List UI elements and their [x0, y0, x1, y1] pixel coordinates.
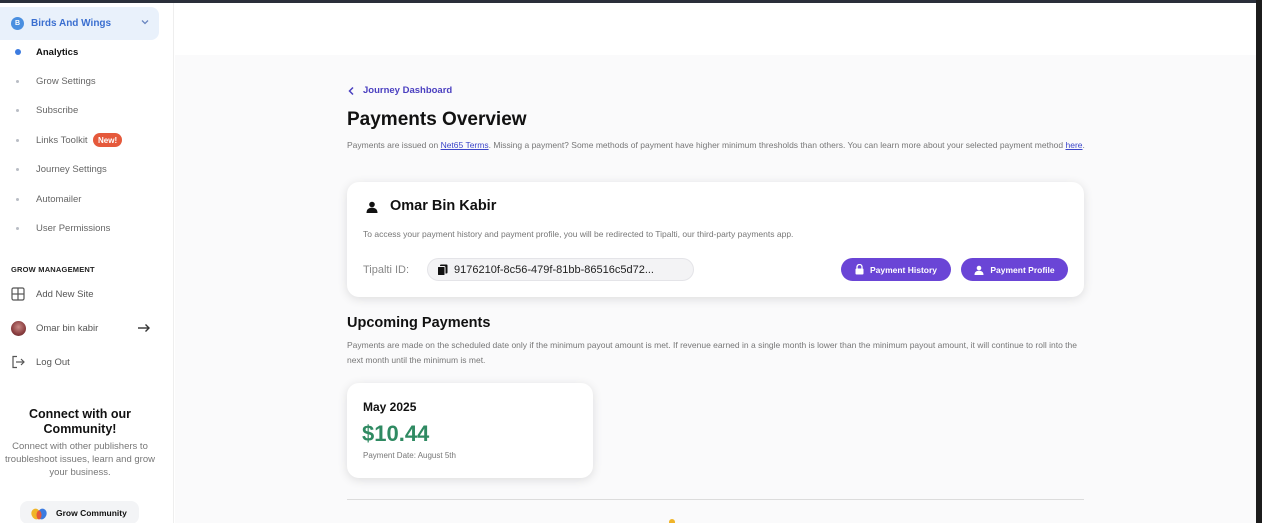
window-right-edge [1256, 0, 1262, 523]
user-account-item[interactable]: Omar bin kabir [0, 316, 174, 340]
page-title: Payments Overview [347, 109, 527, 130]
lock-icon [855, 264, 864, 275]
sidebar-item-label: Journey Settings [36, 163, 107, 175]
grow-management-heading: GROW MANAGEMENT [11, 265, 95, 274]
sidebar-item-analytics[interactable]: Analytics [0, 40, 174, 64]
site-name: Birds And Wings [31, 18, 112, 29]
chevron-down-icon [141, 20, 149, 25]
sidebar: B Birds And Wings Analytics Grow Setting… [0, 3, 174, 523]
bullet-icon [16, 108, 19, 112]
bullet-icon [16, 167, 19, 171]
upcoming-payments-title: Upcoming Payments [347, 315, 491, 331]
logout-icon [10, 354, 26, 370]
sidebar-item-label: Links Toolkit [36, 134, 88, 146]
section-divider [347, 499, 1084, 500]
grow-community-label: Grow Community [56, 507, 127, 518]
sidebar-item-label: Analytics [36, 46, 79, 58]
bullet-icon [16, 197, 19, 201]
person-icon [974, 265, 984, 275]
partial-footer-graphic [669, 519, 675, 523]
site-badge: B [11, 17, 24, 30]
payments-intro-text: Payments are issued on Net65 Terms. Miss… [347, 140, 1085, 150]
sidebar-item-label: Grow Settings [36, 75, 96, 87]
journey-dashboard-back-link[interactable]: Journey Dashboard [347, 85, 452, 96]
sidebar-item-subscribe[interactable]: Subscribe [0, 98, 174, 122]
log-out-button[interactable]: Log Out [0, 350, 174, 374]
tipalti-id-copy-field[interactable]: 9176210f-8c56-479f-81bb-86516c5d72... [427, 258, 694, 281]
bullet-icon [16, 138, 19, 142]
tipalti-id-label: Tipalti ID: [363, 264, 410, 276]
add-new-site-button[interactable]: Add New Site [0, 282, 174, 306]
payment-month: May 2025 [363, 400, 417, 414]
tipalti-redirect-note: To access your payment history and payme… [363, 229, 794, 239]
payee-card: Omar Bin Kabir To access your payment hi… [347, 182, 1084, 297]
arrow-right-icon[interactable] [137, 323, 151, 333]
sidebar-item-journey-settings[interactable]: Journey Settings [0, 157, 174, 181]
tipalti-id-value: 9176210f-8c56-479f-81bb-86516c5d72... [454, 263, 654, 276]
sidebar-item-user-permissions[interactable]: User Permissions [0, 216, 174, 240]
sidebar-item-label: User Permissions [36, 222, 111, 234]
sidebar-item-label: Automailer [36, 193, 82, 205]
back-link-label: Journey Dashboard [363, 85, 453, 96]
payment-date: Payment Date: August 5th [363, 451, 456, 460]
grow-logo-icon [31, 508, 47, 519]
user-icon [366, 201, 378, 213]
community-promo: Connect with our Community! Connect with… [0, 407, 160, 479]
payment-history-button[interactable]: Payment History [841, 258, 951, 281]
community-text: Connect with other publishers to trouble… [5, 441, 155, 478]
bullet-icon [16, 79, 19, 83]
payment-profile-button[interactable]: Payment Profile [961, 258, 1068, 281]
copy-icon [437, 264, 448, 276]
payment-profile-label: Payment Profile [990, 264, 1055, 275]
payment-history-label: Payment History [869, 264, 938, 275]
sidebar-item-automailer[interactable]: Automailer [0, 187, 174, 211]
net65-terms-link[interactable]: Net65 Terms [441, 140, 489, 150]
avatar [10, 320, 26, 336]
main-content: Journey Dashboard Payments Overview Paym… [175, 3, 1256, 523]
new-badge: New! [93, 133, 123, 147]
log-out-label: Log Out [36, 356, 70, 368]
community-title: Connect with our Community! [28, 407, 132, 436]
payment-amount: $10.44 [362, 421, 430, 446]
site-switcher[interactable]: B Birds And Wings [0, 7, 159, 40]
sidebar-item-grow-settings[interactable]: Grow Settings [0, 69, 174, 93]
upcoming-payment-card: May 2025 $10.44 Payment Date: August 5th [347, 383, 593, 478]
grow-community-button[interactable]: Grow Community [20, 501, 139, 523]
add-new-site-label: Add New Site [36, 288, 94, 300]
bullet-icon [16, 226, 19, 230]
chevron-left-icon [348, 86, 354, 95]
sidebar-item-label: Subscribe [36, 104, 79, 116]
payee-name: Omar Bin Kabir [390, 198, 497, 214]
user-name-label: Omar bin kabir [36, 322, 99, 334]
payment-method-link[interactable]: here [1066, 140, 1083, 150]
sidebar-item-links-toolkit[interactable]: Links Toolkit New! [0, 128, 174, 152]
active-dot-icon [15, 49, 21, 55]
upcoming-payments-note: Payments are made on the scheduled date … [347, 340, 1077, 365]
add-site-icon [10, 286, 26, 302]
